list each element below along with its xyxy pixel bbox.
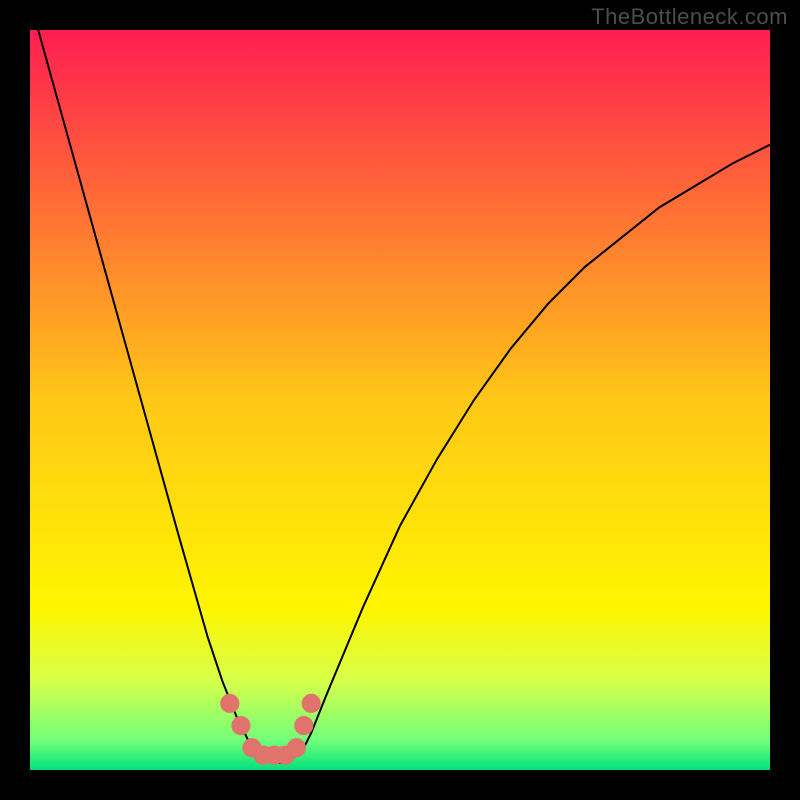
marker-point <box>220 694 239 713</box>
marker-point <box>287 738 306 757</box>
chart-frame: TheBottleneck.com <box>0 0 800 800</box>
bottleneck-plot <box>30 30 770 770</box>
marker-point <box>231 716 250 735</box>
watermark-text: TheBottleneck.com <box>591 4 788 30</box>
marker-point <box>302 694 321 713</box>
marker-point <box>294 716 313 735</box>
